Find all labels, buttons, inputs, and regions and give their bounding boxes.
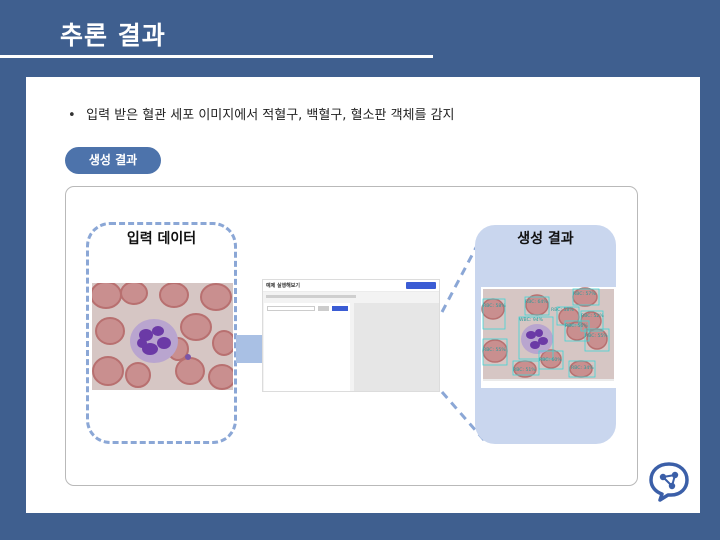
- input-panel-label: 입력 데이터: [126, 231, 197, 247]
- bullet-text: 입력 받은 혈관 세포 이미지에서 적혈구, 백혈구, 혈소판 객체를 감지: [86, 108, 455, 123]
- detection-label: RBC: 56%: [565, 323, 588, 329]
- detection-label: RBC: 64%: [525, 299, 548, 305]
- detection-label: RBC: 51%: [513, 367, 536, 373]
- output-panel-label: 생성 결과: [517, 231, 574, 247]
- app-header-button: [406, 282, 436, 289]
- bullet-marker: •: [68, 108, 76, 123]
- section-pill: 생성 결과: [65, 147, 161, 174]
- detection-label: RBC: 52%: [581, 313, 604, 319]
- bullet-point: • 입력 받은 혈관 세포 이미지에서 적혈구, 백혈구, 혈소판 객체를 감지: [68, 104, 455, 123]
- input-cell-image: [92, 283, 233, 390]
- title-underline: [0, 55, 433, 58]
- app-run-button: [332, 306, 348, 311]
- detection-label: RBC: 55%: [483, 347, 506, 353]
- app-url-field: [266, 295, 356, 298]
- detection-label: RBC: 58%: [483, 303, 506, 309]
- detection-label: RBC: 57%: [573, 291, 596, 297]
- app-reset-button: [318, 306, 329, 311]
- app-title: 예제 실행해보기: [266, 283, 300, 289]
- detection-result-image: RBC: 58% RBC: 64% RBC: 57% RBC: 58% WBC:…: [481, 287, 616, 388]
- app-screenshot: 예제 실행해보기: [262, 279, 440, 392]
- detection-label: RBC: 58%: [551, 307, 574, 313]
- detection-label: RBC: 55%: [585, 333, 608, 339]
- detection-label: RBC: 34%: [571, 365, 594, 371]
- slide-title: 추론 결과: [60, 21, 166, 50]
- app-file-input: [267, 306, 315, 311]
- brain-network-icon: [648, 461, 690, 507]
- detection-label: RBC: 60%: [539, 357, 562, 363]
- detection-label: WBC: 94%: [519, 317, 544, 323]
- app-input-pane: [264, 303, 350, 391]
- app-output-pane: [354, 303, 439, 391]
